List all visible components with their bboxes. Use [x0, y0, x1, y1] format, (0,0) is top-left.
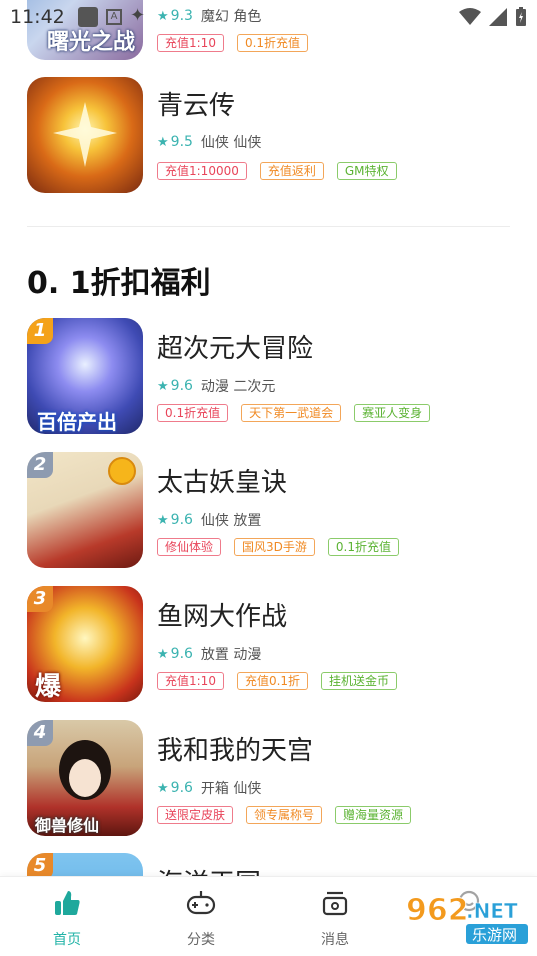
- app-name: 超次元大冒险: [157, 334, 314, 364]
- watermark-logo: 962 .NET 乐游网: [398, 886, 532, 948]
- tag: 挂机送金币: [321, 672, 398, 690]
- rank-badge: 1: [27, 318, 53, 344]
- app-list-item[interactable]: 1 百倍产出 超次元大冒险 ★ 9.6 动漫 二次元 0.1折充值 天下第一武道…: [0, 318, 537, 436]
- app-list-item[interactable]: 4 御兽修仙 我和我的天宫 ★ 9.6 开箱 仙侠 送限定皮肤 领专属称号 赠海…: [0, 720, 537, 838]
- app-meta: ★ 9.6 动漫 二次元: [157, 376, 275, 396]
- bug-icon: ✦: [130, 5, 146, 26]
- star-icon: ★: [157, 378, 169, 394]
- wifi-icon: [459, 8, 481, 25]
- rank-badge: 2: [27, 452, 53, 478]
- status-icons-right: [459, 7, 527, 27]
- app-meta: ★ 9.6 仙侠 放置: [157, 510, 261, 530]
- app-name: 青云传: [157, 91, 236, 121]
- app-name: 鱼网大作战: [157, 602, 288, 632]
- status-bar: 11:42 A ✦: [0, 0, 537, 36]
- coin-icon: [108, 457, 136, 485]
- a-icon: A: [106, 9, 122, 25]
- app-name: 我和我的天宫: [157, 736, 314, 766]
- nav-item-category[interactable]: 分类: [166, 887, 236, 949]
- app-list-item[interactable]: 2 太古妖皇诀 ★ 9.6 仙侠 放置 修仙体验 国风3D手游 0.1折充值: [0, 452, 537, 570]
- app-meta: ★ 9.5 仙侠 仙侠: [157, 132, 261, 152]
- gamepad-icon: [186, 891, 216, 915]
- tag: 国风3D手游: [234, 538, 315, 556]
- tag: 领专属称号: [246, 806, 323, 824]
- app-icon: 2: [27, 452, 143, 568]
- rank-badge: 3: [27, 586, 53, 612]
- nav-item-messages[interactable]: 消息: [300, 887, 370, 949]
- message-box-icon: [322, 891, 348, 916]
- battery-icon: [516, 7, 526, 26]
- app-genres: 动漫 二次元: [200, 379, 276, 395]
- thumbs-up-icon: [55, 891, 80, 915]
- app-icon-caption: 爆: [35, 672, 62, 702]
- app-meta: ★ 9.6 放置 动漫: [157, 644, 261, 664]
- app-rating: 9.6: [170, 512, 193, 528]
- tag: 充值返利: [259, 162, 324, 180]
- tag: 赠海量资源: [335, 806, 412, 824]
- app-list-item[interactable]: 青云传 ★ 9.5 仙侠 仙侠 充值1:10000 充值返利 GM特权: [0, 77, 537, 195]
- tag: 送限定皮肤: [157, 806, 234, 824]
- tag: 修仙体验: [157, 538, 222, 556]
- section-title: 0. 1折扣福利: [27, 266, 211, 301]
- svg-text:乐游网: 乐游网: [472, 926, 517, 944]
- app-meta: ★ 9.6 开箱 仙侠: [157, 778, 261, 798]
- app-name: 太古妖皇诀: [157, 468, 288, 498]
- star-icon: ★: [157, 646, 169, 662]
- section-divider: [27, 226, 510, 227]
- app-list-item[interactable]: 3 爆 鱼网大作战 ★ 9.6 放置 动漫 充值1:10 充值0.1折 挂机送金…: [0, 586, 537, 704]
- app-icon-caption: 百倍产出: [37, 410, 117, 434]
- nav-label: 首页: [53, 932, 81, 948]
- svg-text:962: 962: [406, 893, 469, 928]
- app-genres: 仙侠 仙侠: [200, 135, 262, 151]
- app-icon: 1 百倍产出: [27, 318, 143, 434]
- star-icon: ★: [157, 780, 169, 796]
- status-icons-left: A ✦: [78, 7, 145, 27]
- tag: 充值1:10000: [157, 162, 247, 180]
- app-tags: 0.1折充值 天下第一武道会 赛亚人变身: [157, 404, 431, 422]
- app-tags: 充值1:10000 充值返利 GM特权: [157, 162, 397, 180]
- tag: 0.1折充值: [236, 34, 309, 52]
- app-genres: 开箱 仙侠: [200, 781, 262, 797]
- app-icon: [27, 77, 143, 193]
- app-genres: 放置 动漫: [200, 647, 262, 663]
- nav-item-home[interactable]: 首页: [32, 887, 102, 949]
- svg-text:.NET: .NET: [466, 899, 518, 923]
- tag: 0.1折充值: [157, 404, 229, 422]
- tag: 充值1:10: [157, 34, 224, 52]
- app-rating: 9.6: [170, 646, 193, 662]
- app-icon: 4 御兽修仙: [27, 720, 143, 836]
- status-time: 11:42: [10, 6, 65, 28]
- app-tags: 修仙体验 国风3D手游 0.1折充值: [157, 538, 399, 556]
- tag: GM特权: [336, 162, 397, 180]
- tag: 充值1:10: [157, 672, 224, 690]
- tag: 0.1折充值: [327, 538, 399, 556]
- tag: 赛亚人变身: [354, 404, 431, 422]
- star-icon: ★: [157, 512, 169, 528]
- app-rating: 9.5: [170, 134, 193, 150]
- sword-cross-icon: [53, 102, 117, 167]
- star-icon: ★: [157, 134, 169, 150]
- app-genres: 仙侠 放置: [200, 513, 262, 529]
- app-tags: 充值1:10 充值0.1折 挂机送金币: [157, 672, 398, 690]
- app-icon-caption: 御兽修仙: [35, 816, 100, 835]
- nav-label: 分类: [187, 932, 215, 948]
- notification-icon: [78, 7, 98, 27]
- signal-icon: [489, 8, 507, 26]
- tag: 天下第一武道会: [241, 404, 342, 422]
- app-tags: 送限定皮肤 领专属称号 赠海量资源: [157, 806, 412, 824]
- app-icon: 3 爆: [27, 586, 143, 702]
- app-rating: 9.6: [170, 780, 193, 796]
- nav-label: 消息: [321, 932, 349, 948]
- app-rating: 9.6: [170, 378, 193, 394]
- app-tags: 充值1:10 0.1折充值: [157, 34, 309, 52]
- tag: 充值0.1折: [236, 672, 309, 690]
